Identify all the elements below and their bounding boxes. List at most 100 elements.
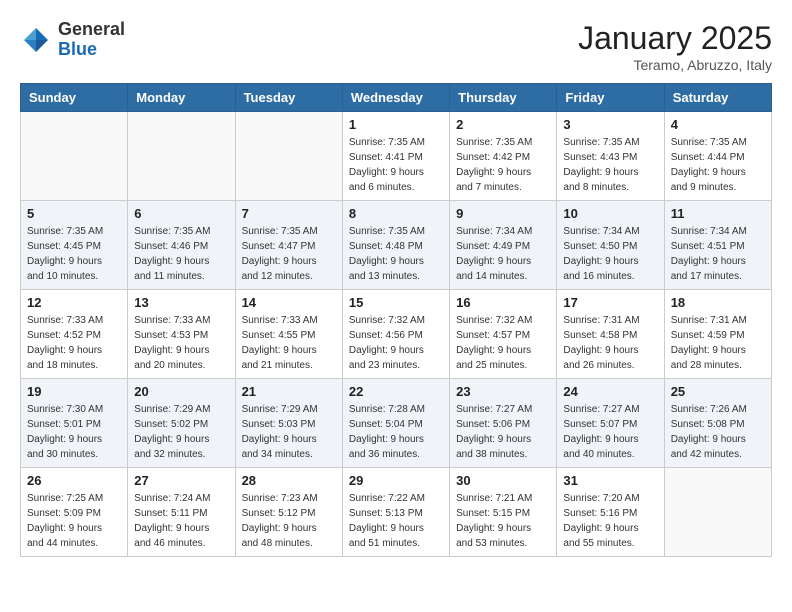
weekday-header: Tuesday bbox=[235, 84, 342, 112]
calendar-cell: 22Sunrise: 7:28 AMSunset: 5:04 PMDayligh… bbox=[342, 379, 449, 468]
sunrise-text: Sunrise: 7:35 AM bbox=[456, 135, 550, 150]
sunrise-text: Sunrise: 7:29 AM bbox=[242, 402, 336, 417]
calendar-cell bbox=[128, 112, 235, 201]
calendar-cell: 23Sunrise: 7:27 AMSunset: 5:06 PMDayligh… bbox=[450, 379, 557, 468]
calendar-cell: 21 Sunrise: 7:29 AMSunset: 5:03 PMDayligh… bbox=[235, 379, 342, 468]
sunrise-text: Sunrise: 7:35 AM bbox=[563, 135, 657, 150]
sunset-text: Sunset: 4:52 PM bbox=[27, 328, 121, 343]
day-number: 6 bbox=[134, 206, 228, 221]
sunset-text: Sunset: 4:47 PM bbox=[242, 239, 336, 254]
daylight-hours-text: Daylight: 9 hours bbox=[563, 254, 657, 269]
daylight-hours-text: Daylight: 9 hours bbox=[563, 521, 657, 536]
sunset-text: Sunset: 5:03 PM bbox=[242, 417, 336, 432]
daylight-hours-text: Daylight: 9 hours bbox=[27, 432, 121, 447]
weekday-header: Monday bbox=[128, 84, 235, 112]
sunrise-text: Sunrise: 7:33 AM bbox=[27, 313, 121, 328]
day-info: Sunrise: 7:33 AMSunset: 4:53 PMDaylight:… bbox=[134, 313, 228, 373]
day-info: Sunrise: 7:27 AMSunset: 5:07 PMDaylight:… bbox=[563, 402, 657, 462]
weekday-header: Wednesday bbox=[342, 84, 449, 112]
sunrise-text: Sunrise: 7:35 AM bbox=[27, 224, 121, 239]
sunrise-text: Sunrise: 7:31 AM bbox=[563, 313, 657, 328]
calendar-cell: 13 Sunrise: 7:33 AMSunset: 4:53 PMDayligh… bbox=[128, 290, 235, 379]
location: Teramo, Abruzzo, Italy bbox=[578, 57, 772, 73]
daylight-minutes-text: and 25 minutes. bbox=[456, 358, 550, 373]
day-info: Sunrise: 7:35 AMSunset: 4:41 PMDaylight:… bbox=[349, 135, 443, 195]
sunrise-text: Sunrise: 7:34 AM bbox=[671, 224, 765, 239]
calendar-cell: 4Sunrise: 7:35 AMSunset: 4:44 PMDaylight… bbox=[664, 112, 771, 201]
day-info: Sunrise: 7:28 AMSunset: 5:04 PMDaylight:… bbox=[349, 402, 443, 462]
day-info: Sunrise: 7:35 AMSunset: 4:48 PMDaylight:… bbox=[349, 224, 443, 284]
sunset-text: Sunset: 5:06 PM bbox=[456, 417, 550, 432]
sunrise-text: Sunrise: 7:31 AM bbox=[671, 313, 765, 328]
logo-icon bbox=[20, 24, 52, 56]
sunset-text: Sunset: 5:16 PM bbox=[563, 506, 657, 521]
day-number: 4 bbox=[671, 117, 765, 132]
day-number: 5 bbox=[27, 206, 121, 221]
sunrise-text: Sunrise: 7:33 AM bbox=[242, 313, 336, 328]
sunrise-text: Sunrise: 7:22 AM bbox=[349, 491, 443, 506]
sunset-text: Sunset: 4:43 PM bbox=[563, 150, 657, 165]
weekday-header: Friday bbox=[557, 84, 664, 112]
day-number: 7 bbox=[242, 206, 336, 221]
day-info: Sunrise: 7:30 AMSunset: 5:01 PMDaylight:… bbox=[27, 402, 121, 462]
calendar-cell: 8Sunrise: 7:35 AMSunset: 4:48 PMDaylight… bbox=[342, 201, 449, 290]
day-info: Sunrise: 7:23 AMSunset: 5:12 PMDaylight:… bbox=[242, 491, 336, 551]
daylight-hours-text: Daylight: 9 hours bbox=[242, 432, 336, 447]
day-info: Sunrise: 7:35 AMSunset: 4:45 PMDaylight:… bbox=[27, 224, 121, 284]
daylight-minutes-text: and 10 minutes. bbox=[27, 269, 121, 284]
calendar-cell: 24 Sunrise: 7:27 AMSunset: 5:07 PMDayligh… bbox=[557, 379, 664, 468]
daylight-minutes-text: and 30 minutes. bbox=[27, 447, 121, 462]
daylight-minutes-text: and 38 minutes. bbox=[456, 447, 550, 462]
day-info: Sunrise: 7:32 AMSunset: 4:57 PMDaylight:… bbox=[456, 313, 550, 373]
sunrise-text: Sunrise: 7:26 AM bbox=[671, 402, 765, 417]
sunrise-text: Sunrise: 7:25 AM bbox=[27, 491, 121, 506]
sunset-text: Sunset: 4:57 PM bbox=[456, 328, 550, 343]
daylight-minutes-text: and 14 minutes. bbox=[456, 269, 550, 284]
calendar-cell: 25Sunrise: 7:26 AMSunset: 5:08 PMDayligh… bbox=[664, 379, 771, 468]
day-number: 29 bbox=[349, 473, 443, 488]
calendar-cell: 16Sunrise: 7:32 AMSunset: 4:57 PMDayligh… bbox=[450, 290, 557, 379]
sunrise-text: Sunrise: 7:23 AM bbox=[242, 491, 336, 506]
calendar-header: SundayMondayTuesdayWednesdayThursdayFrid… bbox=[21, 84, 772, 112]
day-number: 2 bbox=[456, 117, 550, 132]
sunrise-text: Sunrise: 7:34 AM bbox=[456, 224, 550, 239]
daylight-hours-text: Daylight: 9 hours bbox=[671, 254, 765, 269]
daylight-hours-text: Daylight: 9 hours bbox=[456, 521, 550, 536]
daylight-minutes-text: and 11 minutes. bbox=[134, 269, 228, 284]
sunrise-text: Sunrise: 7:35 AM bbox=[671, 135, 765, 150]
sunset-text: Sunset: 5:04 PM bbox=[349, 417, 443, 432]
daylight-minutes-text: and 21 minutes. bbox=[242, 358, 336, 373]
weekday-header: Sunday bbox=[21, 84, 128, 112]
title-area: January 2025 Teramo, Abruzzo, Italy bbox=[578, 20, 772, 73]
day-number: 24 bbox=[563, 384, 657, 399]
sunrise-text: Sunrise: 7:27 AM bbox=[563, 402, 657, 417]
calendar-cell: 29Sunrise: 7:22 AMSunset: 5:13 PMDayligh… bbox=[342, 468, 449, 557]
sunrise-text: Sunrise: 7:35 AM bbox=[349, 135, 443, 150]
day-number: 21 bbox=[242, 384, 336, 399]
calendar-cell bbox=[21, 112, 128, 201]
calendar-cell bbox=[664, 468, 771, 557]
day-number: 27 bbox=[134, 473, 228, 488]
logo-blue: Blue bbox=[58, 40, 125, 60]
daylight-minutes-text: and 42 minutes. bbox=[671, 447, 765, 462]
sunrise-text: Sunrise: 7:20 AM bbox=[563, 491, 657, 506]
daylight-hours-text: Daylight: 9 hours bbox=[671, 343, 765, 358]
daylight-hours-text: Daylight: 9 hours bbox=[134, 432, 228, 447]
calendar-cell: 3Sunrise: 7:35 AMSunset: 4:43 PMDaylight… bbox=[557, 112, 664, 201]
day-number: 1 bbox=[349, 117, 443, 132]
daylight-minutes-text: and 6 minutes. bbox=[349, 180, 443, 195]
day-number: 18 bbox=[671, 295, 765, 310]
daylight-hours-text: Daylight: 9 hours bbox=[563, 165, 657, 180]
daylight-hours-text: Daylight: 9 hours bbox=[563, 343, 657, 358]
day-number: 17 bbox=[563, 295, 657, 310]
daylight-hours-text: Daylight: 9 hours bbox=[349, 521, 443, 536]
daylight-hours-text: Daylight: 9 hours bbox=[456, 254, 550, 269]
sunset-text: Sunset: 4:42 PM bbox=[456, 150, 550, 165]
calendar-cell: 27Sunrise: 7:24 AMSunset: 5:11 PMDayligh… bbox=[128, 468, 235, 557]
day-number: 28 bbox=[242, 473, 336, 488]
weekday-header: Saturday bbox=[664, 84, 771, 112]
daylight-minutes-text: and 48 minutes. bbox=[242, 536, 336, 551]
day-number: 13 bbox=[134, 295, 228, 310]
sunrise-text: Sunrise: 7:34 AM bbox=[563, 224, 657, 239]
day-info: Sunrise: 7:25 AMSunset: 5:09 PMDaylight:… bbox=[27, 491, 121, 551]
